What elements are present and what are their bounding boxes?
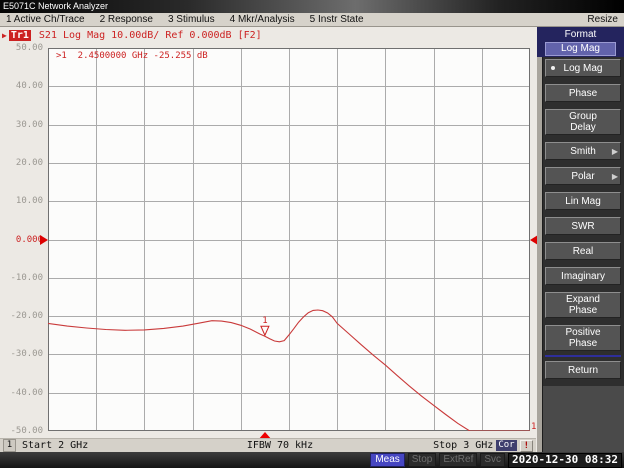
softkey-smith[interactable]: Smith ▶ [545,142,621,160]
trace-label-badge[interactable]: Tr1 [8,30,31,41]
y-tick: -50.00 [10,426,43,436]
y-tick-reference: 0.000 [15,234,43,245]
channel-number-box[interactable]: 1 [3,439,16,452]
softkey-label: Polar [571,170,595,182]
window-title: E5071C Network Analyzer [3,1,109,11]
trace-chart: 1 [48,48,530,431]
stop-frequency-label: Stop 3 GHz [433,440,494,451]
softkey-label: Positive Phase [565,327,601,349]
y-tick: 50.00 [15,43,43,53]
menu-bar: 1 Active Ch/Trace 2 Response 3 Stimulus 4 M… [0,13,624,27]
window-titlebar: E5071C Network Analyzer [0,0,624,13]
status-bar: Meas Stop ExtRef Svc 2020-12-30 08:32 [0,452,624,468]
softkey-menu-title: Format [564,29,597,40]
menu-item-3[interactable]: 3 Stimulus [168,14,215,25]
softkey-label: Expand Phase [566,294,600,316]
y-tick: -40.00 [10,387,43,398]
stimulus-bar: 1 Start 2 GHz IFBW 70 kHz Stop 3 GHz Cor… [0,438,536,452]
trace-settings-text: S21 Log Mag 10.00dB/ Ref 0.000dB [F2] [32,30,262,41]
menu-item-5[interactable]: 5 Instr State [310,14,364,25]
ref-level-marker-left-icon[interactable] [40,234,48,245]
softkey-label: Real [572,245,594,257]
start-frequency-label: Start 2 GHz [22,440,89,451]
softkey-label: Phase [568,87,598,99]
graticule-plot[interactable]: 1 [48,48,530,431]
softkey-menu-header: Format Log Mag [537,27,624,57]
softkey-positive-phase[interactable]: Positive Phase [545,325,621,351]
status-stop-badge: Stop [407,453,437,467]
trace-info-line: ▶ Tr1 S21 Log Mag 10.00dB/ Ref 0.000dB [… [2,30,262,41]
softkey-swr[interactable]: SWR [545,217,621,235]
softkey-button-list: Log Mag Phase Group Delay Smith ▶ Polar ▶ Lin M… [543,57,624,452]
softkey-log-mag[interactable]: Log Mag [545,59,621,77]
network-analyzer-screen: E5071C Network Analyzer 1 Active Ch/Trac… [0,0,624,468]
softkey-label: Return [567,364,598,376]
softkey-polar[interactable]: Polar ▶ [545,167,621,185]
selected-format-chip: Log Mag [545,42,616,56]
softkey-lin-mag[interactable]: Lin Mag [545,192,621,210]
y-tick: -30.00 [10,349,43,360]
softkey-label: Log Mag [563,62,603,74]
softkey-empty-area [543,386,624,452]
softkey-label: Lin Mag [565,195,601,207]
datetime-display: 2020-12-30 08:32 [508,452,622,468]
menu-item-resize[interactable]: Resize [587,14,618,25]
softkey-label: Imaginary [561,270,605,282]
y-tick: -20.00 [10,311,43,322]
correction-status-badge: Cor [496,440,517,451]
softkey-label: Smith [570,145,596,157]
y-tick: -10.00 [10,272,43,283]
ifbw-label: IFBW 70 kHz [246,440,314,451]
y-tick: 30.00 [15,119,43,130]
submenu-arrow-icon: ▶ [611,172,618,181]
softkey-return[interactable]: Return [545,361,621,379]
softkey-expand-phase[interactable]: Expand Phase [545,292,621,318]
active-trace-arrow-icon: ▶ [2,31,7,40]
softkey-imaginary[interactable]: Imaginary [545,267,621,285]
softkey-label: SWR [571,220,595,232]
marker-1-number: 1 [262,316,267,326]
marker-1-triangle-icon[interactable] [260,325,270,337]
menu-item-4[interactable]: 4 Mkr/Analysis [230,14,295,25]
softkey-sidebar: Format Log Mag Log Mag Phase Group Delay Sm… [537,27,624,452]
selected-bullet-icon [551,66,555,70]
status-svc-badge: Svc [480,453,506,467]
trace-end-number: 1 [531,422,537,432]
status-extref-badge: ExtRef [439,453,478,467]
softkey-group-delay[interactable]: Group Delay [545,109,621,135]
submenu-arrow-icon: ▶ [611,147,618,156]
y-tick: 10.00 [15,196,43,207]
meas-status-badge: Meas [370,453,405,467]
menu-item-2[interactable]: 2 Response [100,14,153,25]
alert-badge[interactable]: ! [519,439,533,452]
softkey-label: Group Delay [569,111,597,133]
softkey-real[interactable]: Real [545,242,621,260]
y-tick: 20.00 [15,157,43,168]
marker-readout: >1 2.4500000 GHz -25.255 dB [56,51,208,61]
softkey-phase[interactable]: Phase [545,84,621,102]
measurement-area: ▶ Tr1 S21 Log Mag 10.00dB/ Ref 0.000dB [… [0,27,538,452]
y-tick: 40.00 [15,81,43,92]
softkey-divider [545,355,621,357]
menu-item-1[interactable]: 1 Active Ch/Trace [6,14,85,25]
